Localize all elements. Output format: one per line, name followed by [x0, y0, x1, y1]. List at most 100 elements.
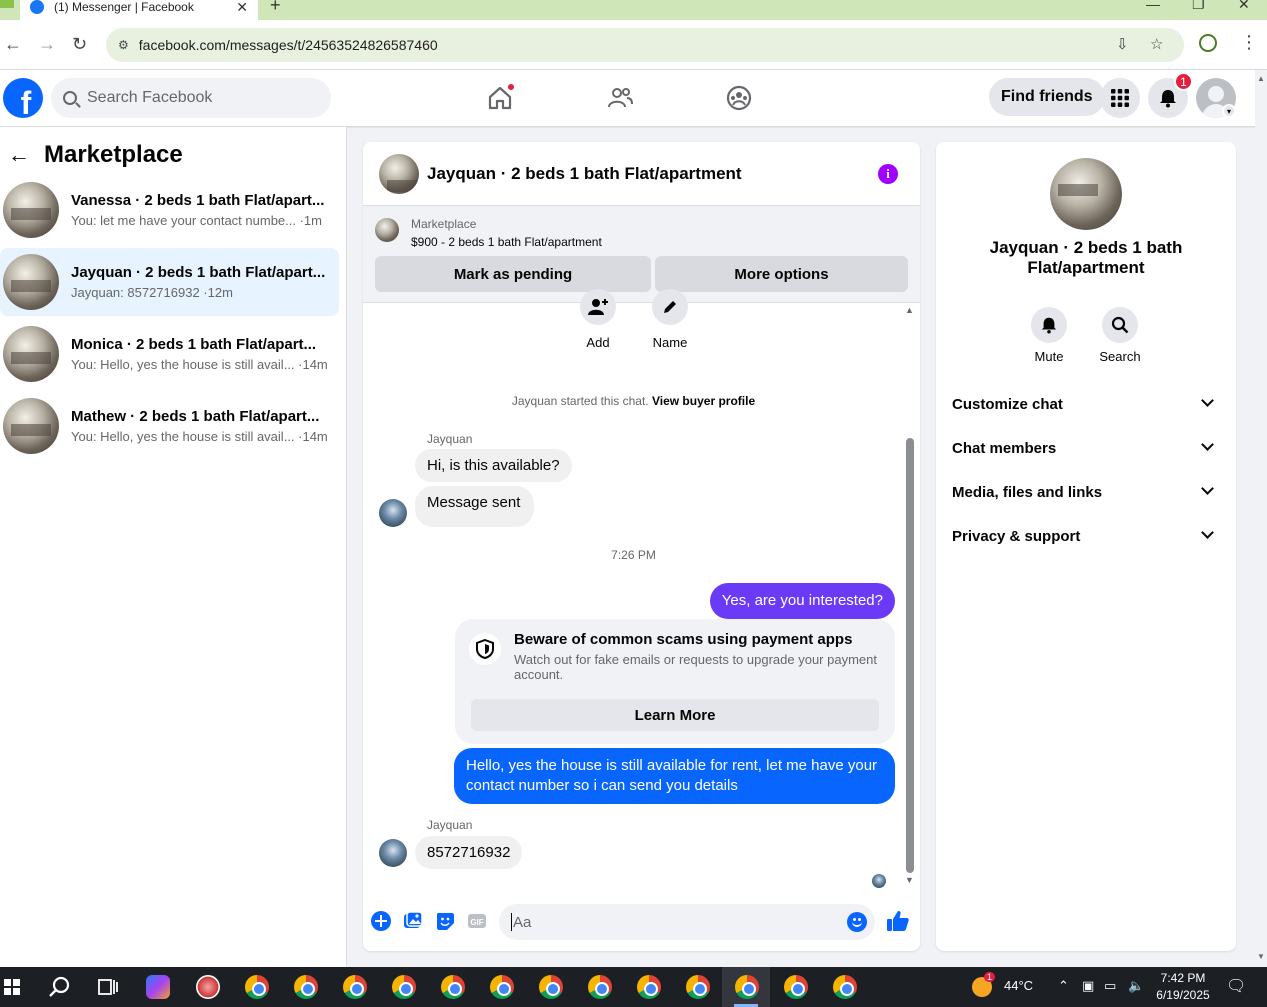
- minimize-icon[interactable]: —: [1146, 0, 1160, 12]
- back-icon[interactable]: ←: [4, 34, 22, 55]
- volume-icon[interactable]: 🔈: [1128, 978, 1144, 994]
- message-scrollbar-thumb[interactable]: [906, 438, 914, 873]
- conversation-item[interactable]: Mathew · 2 beds 1 bath Flat/apart... You:…: [0, 392, 339, 460]
- bell-icon[interactable]: [1031, 307, 1067, 343]
- photo-icon[interactable]: [403, 911, 425, 933]
- system-clock[interactable]: 7:42 PM 6/19/2025: [1150, 970, 1216, 1004]
- sender-avatar[interactable]: [379, 839, 407, 867]
- chat-title[interactable]: Jayquan · 2 beds 1 bath Flat/apartment: [427, 164, 742, 184]
- copilot-icon[interactable]: [146, 975, 170, 999]
- chat-members-row[interactable]: Chat members: [944, 426, 1228, 470]
- find-friends-button[interactable]: Find friends: [989, 78, 1105, 116]
- restore-icon[interactable]: ❐: [1192, 0, 1205, 13]
- browser-profile-icon[interactable]: [1199, 34, 1217, 52]
- sticker-icon[interactable]: [435, 911, 457, 933]
- browser-menu-icon[interactable]: ⋮: [1240, 32, 1258, 53]
- app-icon[interactable]: [196, 975, 220, 999]
- browser-tab[interactable]: (1) Messenger | Facebook ✕: [20, 0, 258, 20]
- groups-icon[interactable]: [725, 84, 753, 112]
- message-thread[interactable]: Add Name Jayquan started this chat. View…: [363, 289, 920, 893]
- account-chevron-icon[interactable]: ▾: [1222, 104, 1236, 118]
- scam-warning-title: Beware of common scams using payment app…: [514, 631, 853, 648]
- incoming-message[interactable]: Hi, is this available?: [415, 449, 572, 482]
- tray-chevron-icon[interactable]: ⌃: [1058, 978, 1069, 994]
- chrome-icon[interactable]: [294, 975, 318, 999]
- search-action[interactable]: Search: [1084, 307, 1156, 364]
- page-scrollbar[interactable]: ▲ ▼: [1255, 70, 1267, 967]
- message-input-field[interactable]: [499, 904, 875, 940]
- incoming-message[interactable]: 8572716932: [415, 836, 523, 869]
- chat-header-avatar[interactable]: [379, 153, 419, 194]
- scroll-up-icon[interactable]: ▲: [905, 305, 914, 315]
- media-files-links-row[interactable]: Media, files and links: [944, 470, 1228, 514]
- network-icon[interactable]: ▭: [1104, 978, 1116, 994]
- scroll-down-icon[interactable]: ▼: [905, 875, 914, 885]
- gif-icon[interactable]: GIF: [467, 911, 489, 933]
- chrome-icon[interactable]: [343, 975, 367, 999]
- sender-avatar[interactable]: [379, 499, 407, 527]
- chrome-icon[interactable]: [392, 975, 416, 999]
- search-icon[interactable]: [1102, 307, 1138, 343]
- add-person-icon[interactable]: [580, 289, 616, 325]
- listing-small-thumbnail[interactable]: [375, 218, 399, 242]
- facebook-search-input[interactable]: [87, 89, 307, 107]
- chrome-icon[interactable]: [490, 975, 514, 999]
- new-tab-icon[interactable]: +: [270, 0, 281, 16]
- mute-action[interactable]: Mute: [1013, 307, 1085, 364]
- message-input[interactable]: [513, 913, 833, 931]
- chrome-icon[interactable]: [588, 975, 612, 999]
- install-app-icon[interactable]: ⇩: [1116, 35, 1129, 53]
- back-arrow-icon[interactable]: ←: [8, 142, 30, 168]
- thumbs-up-icon[interactable]: [886, 909, 909, 931]
- chrome-icon[interactable]: [686, 975, 710, 999]
- close-tab-icon[interactable]: ✕: [236, 0, 248, 16]
- incoming-message[interactable]: Message sent: [415, 486, 535, 527]
- notification-center-icon[interactable]: 🗨: [1226, 976, 1246, 996]
- conversation-item[interactable]: Vanessa · 2 beds 1 bath Flat/apart... You…: [0, 176, 339, 244]
- forward-icon[interactable]: →: [38, 34, 56, 55]
- chrome-icon[interactable]: [539, 975, 563, 999]
- facebook-favicon-icon: [30, 0, 44, 14]
- chrome-icon[interactable]: [784, 975, 808, 999]
- info-icon[interactable]: i: [878, 164, 898, 184]
- page-scroll-down-icon[interactable]: ▼: [1257, 952, 1265, 961]
- chrome-icon[interactable]: [245, 975, 269, 999]
- emoji-icon[interactable]: [847, 912, 867, 932]
- privacy-support-row[interactable]: Privacy & support: [944, 514, 1228, 558]
- contact-avatar[interactable]: [1050, 158, 1122, 230]
- plus-icon[interactable]: [371, 911, 393, 933]
- bookmark-star-icon[interactable]: ☆: [1150, 35, 1163, 53]
- facebook-logo-icon[interactable]: f: [3, 78, 43, 118]
- outgoing-message[interactable]: Yes, are you interested?: [709, 583, 895, 619]
- temperature[interactable]: 44°C: [1004, 978, 1033, 993]
- chrome-icon[interactable]: [637, 975, 661, 999]
- reload-icon[interactable]: ↻: [72, 34, 87, 55]
- chrome-icon[interactable]: [833, 975, 857, 999]
- menu-grid-icon[interactable]: [1100, 78, 1140, 118]
- tray-device-icon[interactable]: ▣: [1082, 978, 1094, 994]
- conversation-name: Vanessa · 2 beds 1 bath Flat/apart...: [71, 192, 325, 209]
- friends-icon[interactable]: [606, 84, 634, 112]
- listing-price[interactable]: $900 - 2 beds 1 bath Flat/apartment: [411, 235, 602, 249]
- mark-as-pending-button[interactable]: Mark as pending: [375, 256, 651, 292]
- more-options-button[interactable]: More options: [655, 256, 908, 292]
- close-window-icon[interactable]: ✕: [1238, 0, 1250, 13]
- task-view-icon[interactable]: [96, 975, 120, 999]
- view-buyer-profile-link[interactable]: View buyer profile: [652, 394, 755, 408]
- conversation-item[interactable]: Monica · 2 beds 1 bath Flat/apart... You:…: [0, 320, 339, 388]
- chrome-icon[interactable]: [735, 975, 759, 999]
- learn-more-button[interactable]: Learn More: [471, 699, 879, 731]
- taskbar-search-icon[interactable]: [48, 975, 72, 999]
- windows-start-icon[interactable]: [4, 979, 20, 995]
- site-info-icon[interactable]: ⚙: [118, 38, 129, 52]
- url-field[interactable]: ⚙ facebook.com/messages/t/24563524826587…: [106, 28, 1184, 62]
- tab-title: (1) Messenger | Facebook: [54, 0, 194, 14]
- search-icon: [63, 91, 77, 105]
- edit-name-icon[interactable]: [652, 289, 688, 325]
- customize-chat-row[interactable]: Customize chat: [944, 382, 1228, 426]
- outgoing-message[interactable]: Hello, yes the house is still available …: [454, 748, 895, 804]
- conversation-item-active[interactable]: Jayquan · 2 beds 1 bath Flat/apart... Jay…: [0, 248, 339, 316]
- page-scroll-up-icon[interactable]: ▲: [1257, 74, 1265, 83]
- chrome-icon[interactable]: [441, 975, 465, 999]
- facebook-search[interactable]: [51, 78, 331, 118]
